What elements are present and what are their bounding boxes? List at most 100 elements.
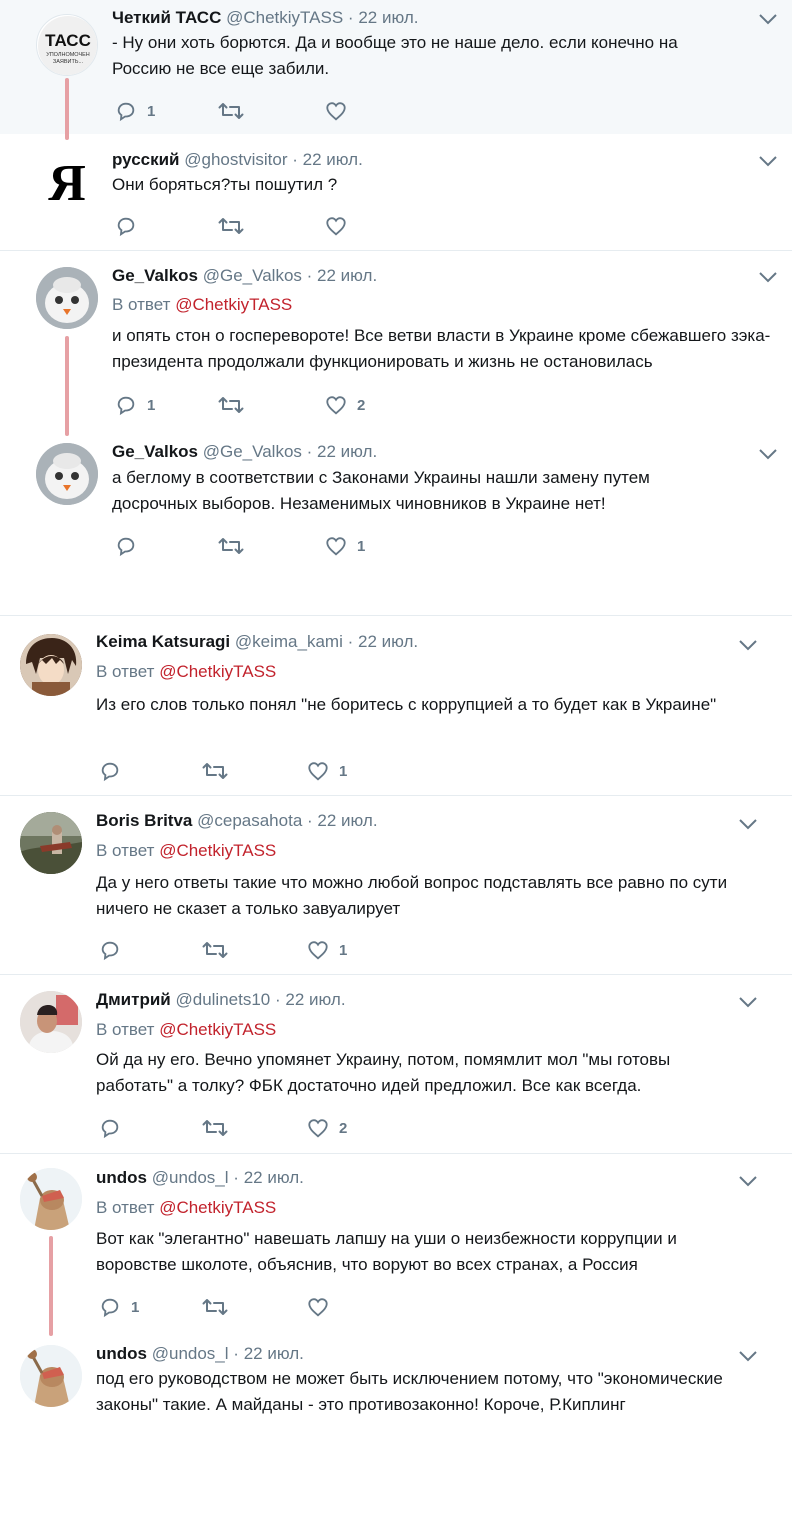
tweet-card[interactable]: Keima Katsuragi @keima_kami · 22 июл. В …: [0, 616, 792, 795]
author-name[interactable]: undos: [96, 1168, 147, 1187]
author-handle[interactable]: @undos_l: [152, 1344, 229, 1363]
reply-button[interactable]: [99, 938, 121, 962]
reply-button[interactable]: [99, 1116, 121, 1140]
like-button[interactable]: [325, 99, 357, 123]
tweet-card[interactable]: Ge_Valkos @Ge_Valkos · 22 июл. В ответ @…: [0, 251, 792, 425]
chevron-down-icon[interactable]: [738, 1174, 758, 1188]
reply-mention[interactable]: @ChetkiyTASS: [159, 841, 276, 860]
author-name[interactable]: русский: [112, 150, 180, 169]
like-button[interactable]: [325, 214, 347, 238]
avatar[interactable]: [20, 1345, 82, 1407]
author-handle[interactable]: @Ge_Valkos: [203, 266, 302, 285]
reply-button[interactable]: [99, 759, 121, 783]
tweet-date[interactable]: 22 июл.: [317, 266, 377, 285]
author-handle[interactable]: @undos_l: [152, 1168, 229, 1187]
avatar[interactable]: [20, 634, 82, 696]
svg-text:ТАСС: ТАСС: [45, 31, 91, 50]
author-handle[interactable]: @ChetkiyTASS: [226, 8, 343, 27]
avatar[interactable]: [20, 991, 82, 1053]
tweet-date[interactable]: 22 июл.: [285, 990, 345, 1009]
reply-mention[interactable]: @ChetkiyTASS: [159, 1198, 276, 1217]
reply-button[interactable]: 1: [115, 393, 155, 417]
author-handle[interactable]: @cepasahota: [197, 811, 302, 830]
retweet-icon: [202, 942, 228, 958]
retweet-button[interactable]: [202, 759, 228, 783]
like-count: 1: [339, 762, 348, 780]
author-handle[interactable]: @Ge_Valkos: [203, 442, 302, 461]
tweet-date[interactable]: 22 июл.: [358, 632, 418, 651]
retweet-icon: [202, 1120, 228, 1136]
reply-prefix: В ответ: [96, 841, 155, 860]
avatar[interactable]: [20, 1168, 82, 1230]
tweet-date[interactable]: 22 июл.: [317, 811, 377, 830]
tweet-text: Из его слов только понял "не боритесь с …: [96, 695, 717, 714]
retweet-icon: [202, 763, 228, 779]
tweet-date[interactable]: 22 июл.: [303, 150, 363, 169]
tweet-date[interactable]: 22 июл.: [244, 1344, 304, 1363]
reply-button[interactable]: 1: [99, 1295, 139, 1319]
chevron-down-icon[interactable]: [758, 12, 778, 26]
tweet-header: Четкий ТАСС @ChetkiyTASS · 22 июл.: [112, 7, 418, 29]
avatar[interactable]: [36, 443, 98, 505]
tweet-card[interactable]: Boris Britva @cepasahota · 22 июл. В отв…: [0, 796, 792, 974]
reply-context: В ответ @ChetkiyTASS: [96, 661, 276, 683]
author-name[interactable]: Keima Katsuragi: [96, 632, 230, 651]
tweet-card[interactable]: Ge_Valkos @Ge_Valkos · 22 июл. а беглому…: [0, 425, 792, 615]
reply-mention[interactable]: @ChetkiyTASS: [159, 1020, 276, 1039]
author-name[interactable]: Ge_Valkos: [112, 442, 198, 461]
tweet-header: Keima Katsuragi @keima_kami · 22 июл.: [96, 631, 418, 653]
avatar[interactable]: [36, 267, 98, 329]
author-handle[interactable]: @ghostvisitor: [184, 150, 287, 169]
like-button[interactable]: 2: [325, 393, 365, 417]
tweet-date[interactable]: 22 июл.: [358, 8, 418, 27]
retweet-button[interactable]: [218, 534, 244, 558]
avatar[interactable]: Я: [36, 150, 98, 212]
avatar[interactable]: ТАСС УПОЛНОМОЧЕН ЗАЯВИТЬ...: [36, 14, 98, 76]
like-icon: [308, 1119, 328, 1138]
avatar[interactable]: [20, 812, 82, 874]
retweet-button[interactable]: [202, 1116, 228, 1140]
author-name[interactable]: Четкий ТАСС: [112, 8, 221, 27]
chevron-down-icon[interactable]: [758, 270, 778, 284]
retweet-button[interactable]: [202, 1295, 228, 1319]
chevron-down-icon[interactable]: [738, 638, 758, 652]
tweet-card[interactable]: undos @undos_l · 22 июл. В ответ @Chetki…: [0, 1154, 792, 1329]
reply-count: 1: [147, 102, 156, 120]
reply-button[interactable]: 1: [115, 99, 155, 123]
chevron-down-icon[interactable]: [758, 447, 778, 461]
author-handle[interactable]: @dulinets10: [175, 990, 270, 1009]
chevron-down-icon[interactable]: [758, 154, 778, 168]
tweet-card[interactable]: ТАСС УПОЛНОМОЧЕН ЗАЯВИТЬ... Четкий ТАСС …: [0, 0, 792, 134]
tweet-card[interactable]: Я русский @ghostvisitor · 22 июл. Они бо…: [0, 134, 792, 250]
tweet-date[interactable]: 22 июл.: [317, 442, 377, 461]
like-icon: [326, 537, 346, 556]
author-handle[interactable]: @keima_kami: [235, 632, 343, 651]
tweet-card[interactable]: Дмитрий @dulinets10 · 22 июл. В ответ @C…: [0, 975, 792, 1153]
like-button[interactable]: 2: [307, 1116, 347, 1140]
tweet-date[interactable]: 22 июл.: [244, 1168, 304, 1187]
retweet-button[interactable]: [218, 393, 244, 417]
author-name[interactable]: undos: [96, 1344, 147, 1363]
retweet-button[interactable]: [202, 938, 228, 962]
reply-mention[interactable]: @ChetkiyTASS: [159, 662, 276, 681]
reply-button[interactable]: [115, 534, 137, 558]
author-name[interactable]: Ge_Valkos: [112, 266, 198, 285]
chevron-down-icon[interactable]: [738, 1349, 758, 1363]
tweet-header: Ge_Valkos @Ge_Valkos · 22 июл.: [112, 441, 377, 463]
tweet-card[interactable]: undos @undos_l · 22 июл. под его руковод…: [0, 1329, 792, 1536]
like-button[interactable]: 1: [307, 938, 347, 962]
chevron-down-icon[interactable]: [738, 817, 758, 831]
retweet-button[interactable]: [218, 214, 244, 238]
like-icon: [308, 1298, 328, 1317]
like-button[interactable]: [307, 1295, 329, 1319]
chevron-down-icon[interactable]: [738, 995, 758, 1009]
reply-mention[interactable]: @ChetkiyTASS: [175, 295, 292, 314]
author-name[interactable]: Дмитрий: [96, 990, 171, 1009]
reply-context: В ответ @ChetkiyTASS: [96, 1197, 276, 1219]
like-button[interactable]: 1: [307, 759, 347, 783]
reply-button[interactable]: [115, 214, 137, 238]
author-name[interactable]: Boris Britva: [96, 811, 192, 830]
retweet-button[interactable]: [218, 99, 244, 123]
separator-dot: ·: [274, 990, 281, 1009]
like-button[interactable]: 1: [325, 534, 365, 558]
